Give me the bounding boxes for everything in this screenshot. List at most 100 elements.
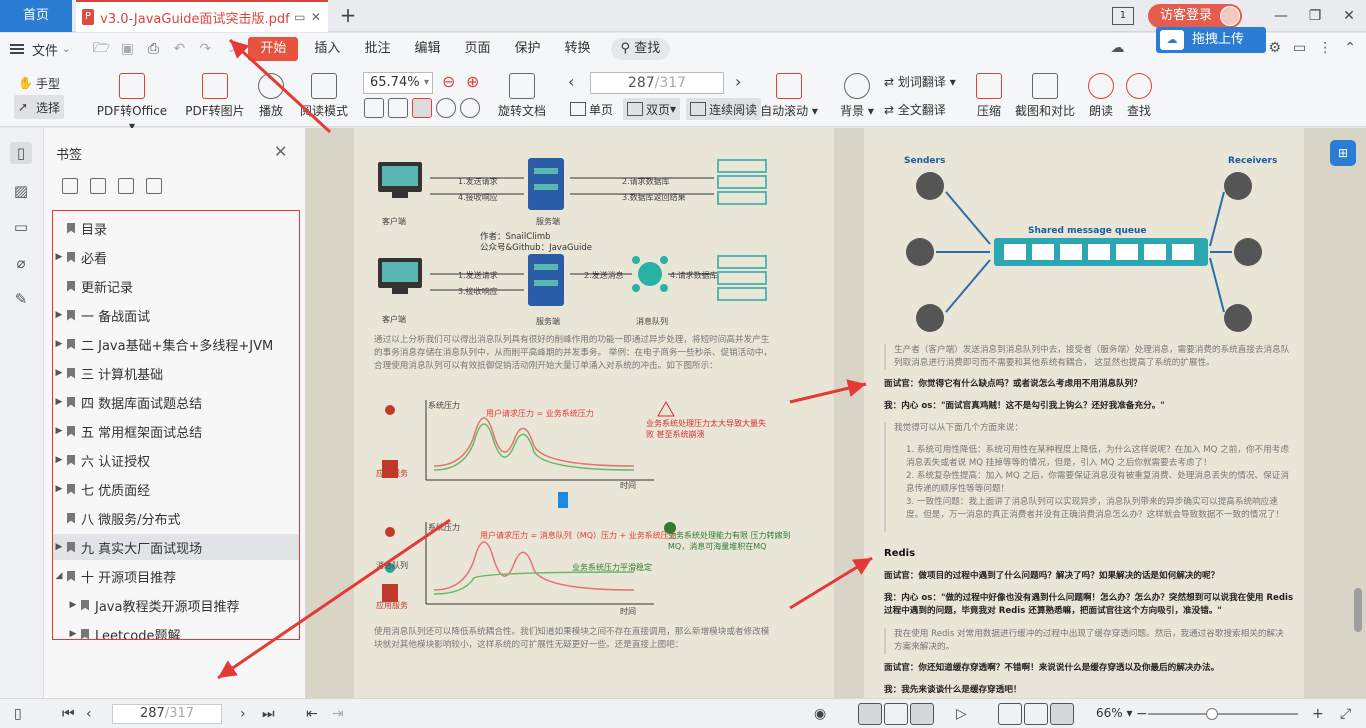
word-translate-button[interactable]: ⇄ 划词翻译 ▾	[884, 73, 964, 90]
close-icon[interactable]: ✕	[310, 10, 322, 24]
double-page-button[interactable]: 双页 ▾	[623, 98, 681, 120]
prev-page-icon[interactable]: ‹	[568, 72, 574, 91]
fullscreen-icon[interactable]: ⤢	[1340, 706, 1351, 722]
zoom-in-status-icon[interactable]: +	[1312, 706, 1324, 722]
play-status-icon[interactable]: ▷	[956, 706, 967, 722]
menu-page[interactable]: 页面	[452, 33, 502, 65]
actual-size-status-icon[interactable]	[998, 703, 1022, 725]
menu-protect[interactable]: 保护	[502, 33, 552, 65]
more-dots-icon[interactable]: ⋮	[1318, 40, 1332, 56]
thumbnail-icon[interactable]: ▨	[10, 180, 32, 202]
comment-panel-icon[interactable]: ▭	[10, 216, 32, 238]
bookmark-panel-icon[interactable]: ▯	[10, 142, 32, 164]
menu-annotate[interactable]: 批注	[352, 33, 402, 65]
first-page-icon[interactable]: ⏮	[62, 706, 75, 722]
document-view[interactable]: 1.发送请求 4.接收响应 2.请求数据库 3.数据库返回结果 客户端 服务端 …	[306, 128, 1366, 698]
vertical-scrollbar[interactable]	[1354, 588, 1362, 632]
search-menu[interactable]: ⚲ 查找	[610, 38, 671, 60]
collapse-all-icon[interactable]	[90, 178, 106, 194]
bookmark-icon[interactable]	[146, 178, 162, 194]
page-number-input[interactable]: 287/317	[590, 72, 724, 94]
menu-start[interactable]: 开始	[248, 37, 299, 61]
guest-login-button[interactable]: 访客登录	[1147, 4, 1242, 28]
menu-convert[interactable]: 转换	[553, 33, 603, 65]
window-panel-icon[interactable]: 1	[1111, 7, 1134, 25]
expand-arrow-icon[interactable]: ▶	[53, 542, 65, 552]
last-page-icon[interactable]: ⏭	[262, 706, 275, 722]
zoom-slider[interactable]	[1148, 708, 1298, 720]
save-icon[interactable]: ▣	[114, 41, 140, 57]
expand-arrow-icon[interactable]: ▶	[53, 397, 65, 407]
bookmark-item[interactable]: 目录	[53, 215, 299, 241]
add-bookmark-icon[interactable]	[118, 178, 134, 194]
bookmark-item[interactable]: ▶ 四 数据库面试题总结	[53, 389, 299, 415]
bookmark-item[interactable]: ▶ 五 常用框架面试总结	[53, 418, 299, 444]
bookmark-item[interactable]: ▶ 九 真实大厂面试现场	[53, 534, 299, 560]
back-icon[interactable]: ⇤	[306, 706, 318, 722]
pdf-to-image-button[interactable]: PDF转图片	[184, 73, 246, 119]
expand-arrow-icon[interactable]: ▶	[53, 310, 65, 320]
bookmark-item[interactable]: ▶ 七 优质面经	[53, 476, 299, 502]
settings-icon[interactable]: ⚙	[1268, 40, 1281, 56]
expand-arrow-icon[interactable]: ▶	[67, 629, 79, 639]
zoom-out-status-icon[interactable]: −	[1136, 706, 1148, 722]
fit-page-status-icon[interactable]	[1024, 703, 1048, 725]
bookmark-item[interactable]: ▶ Leetcode题解	[53, 621, 299, 639]
eye-protect-icon[interactable]: ◉	[814, 706, 826, 722]
status-page-input[interactable]: 287/317	[112, 704, 222, 724]
bookmark-item[interactable]: ▶ 一 备战面试	[53, 302, 299, 328]
redo-icon[interactable]: ↷	[192, 41, 218, 57]
expand-arrow-icon[interactable]: ▶	[53, 339, 65, 349]
menu-insert[interactable]: 插入	[302, 33, 352, 65]
comment-icon[interactable]: ▭	[1293, 40, 1306, 56]
bookmark-item[interactable]: ▶ Java教程类开源项目推荐	[53, 592, 299, 618]
rotate-document-button[interactable]: 旋转文档	[496, 73, 548, 119]
minimize-icon[interactable]: —	[1264, 8, 1298, 24]
actual-size-icon[interactable]	[364, 98, 384, 118]
prev-page-status-icon[interactable]: ‹	[86, 706, 92, 722]
bookmark-item[interactable]: 更新记录	[53, 273, 299, 299]
attachment-icon[interactable]: ⌀	[10, 252, 32, 274]
restore-icon[interactable]: ❐	[1298, 8, 1332, 24]
play-button[interactable]: 播放	[254, 73, 288, 119]
menu-edit[interactable]: 编辑	[402, 33, 452, 65]
expand-arrow-icon[interactable]: ▶	[67, 600, 79, 610]
fit-page-icon[interactable]	[388, 98, 408, 118]
zoom-in-icon[interactable]: ⊕	[466, 72, 479, 91]
tab-preview-icon[interactable]: ▭	[294, 10, 306, 24]
single-view-icon[interactable]	[858, 703, 882, 725]
open-folder-icon[interactable]: 🗁	[88, 37, 114, 61]
window-close-icon[interactable]: ✕	[1332, 8, 1366, 24]
bookmark-close-icon[interactable]: ✕	[274, 142, 287, 161]
rotate-right-icon[interactable]	[460, 98, 480, 118]
expand-arrow-icon[interactable]: ▶	[53, 455, 65, 465]
collapse-icon[interactable]: ⌃	[1344, 40, 1356, 56]
find-button[interactable]: 查找	[1124, 73, 1154, 119]
add-tab-icon[interactable]: +	[336, 4, 360, 28]
undo-icon[interactable]: ↶	[166, 41, 192, 57]
bookmark-item[interactable]: ▶ 二 Java基础+集合+多线程+JVM	[53, 331, 299, 357]
floating-tool-icon[interactable]: ⊞	[1330, 140, 1356, 166]
upload-button[interactable]: ☁ 拖拽上传	[1156, 27, 1266, 53]
compress-button[interactable]: 压缩	[974, 73, 1004, 119]
auto-scroll-button[interactable]: 自动滚动 ▾	[760, 73, 818, 119]
cloud-icon[interactable]: ☁	[1110, 40, 1124, 56]
full-translate-button[interactable]: ⇄ 全文翻译	[884, 101, 964, 118]
tab-home[interactable]: 首页	[0, 0, 72, 32]
fit-width-icon[interactable]	[412, 98, 432, 118]
tab-document[interactable]: P v3.0-JavaGuide面试突击版.pdf ▭ ✕	[76, 0, 328, 32]
expand-arrow-icon[interactable]: ◢	[53, 571, 65, 581]
next-page-icon[interactable]: ›	[735, 72, 741, 91]
bookmark-item[interactable]: 八 微服务/分布式	[53, 505, 299, 531]
page-view-icon[interactable]	[884, 703, 908, 725]
signature-icon[interactable]: ✎	[10, 288, 32, 310]
single-page-button[interactable]: 单页	[566, 98, 617, 120]
expand-arrow-icon[interactable]: ▶	[53, 368, 65, 378]
forward-icon[interactable]: ⇥	[332, 706, 344, 722]
sidebar-toggle-icon[interactable]: ▯	[14, 706, 22, 722]
print-icon[interactable]: ⎙	[140, 41, 166, 57]
status-zoom[interactable]: 66% ▾	[1096, 706, 1133, 720]
read-mode-button[interactable]: 阅读模式	[298, 73, 350, 119]
expand-arrow-icon[interactable]: ▶	[53, 484, 65, 494]
rotate-left-icon[interactable]	[436, 98, 456, 118]
